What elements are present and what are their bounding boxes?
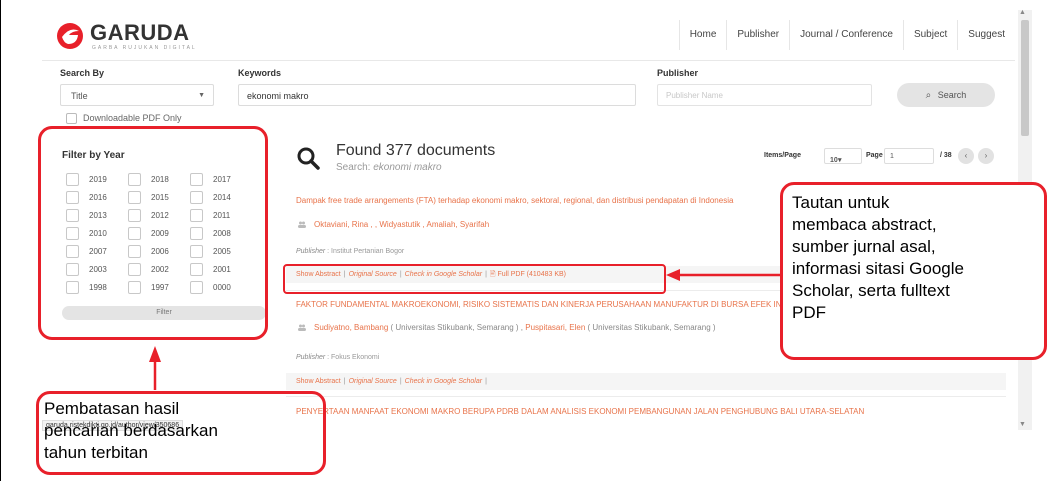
links-note-text: Tautan untuk membaca abstract, sumber ju… (792, 193, 964, 322)
year-note-text: Pembatasan hasil pencarian berdasarkan t… (44, 399, 218, 462)
arrow-to-links-head (666, 269, 680, 281)
arrow-to-filter-head (149, 346, 161, 362)
